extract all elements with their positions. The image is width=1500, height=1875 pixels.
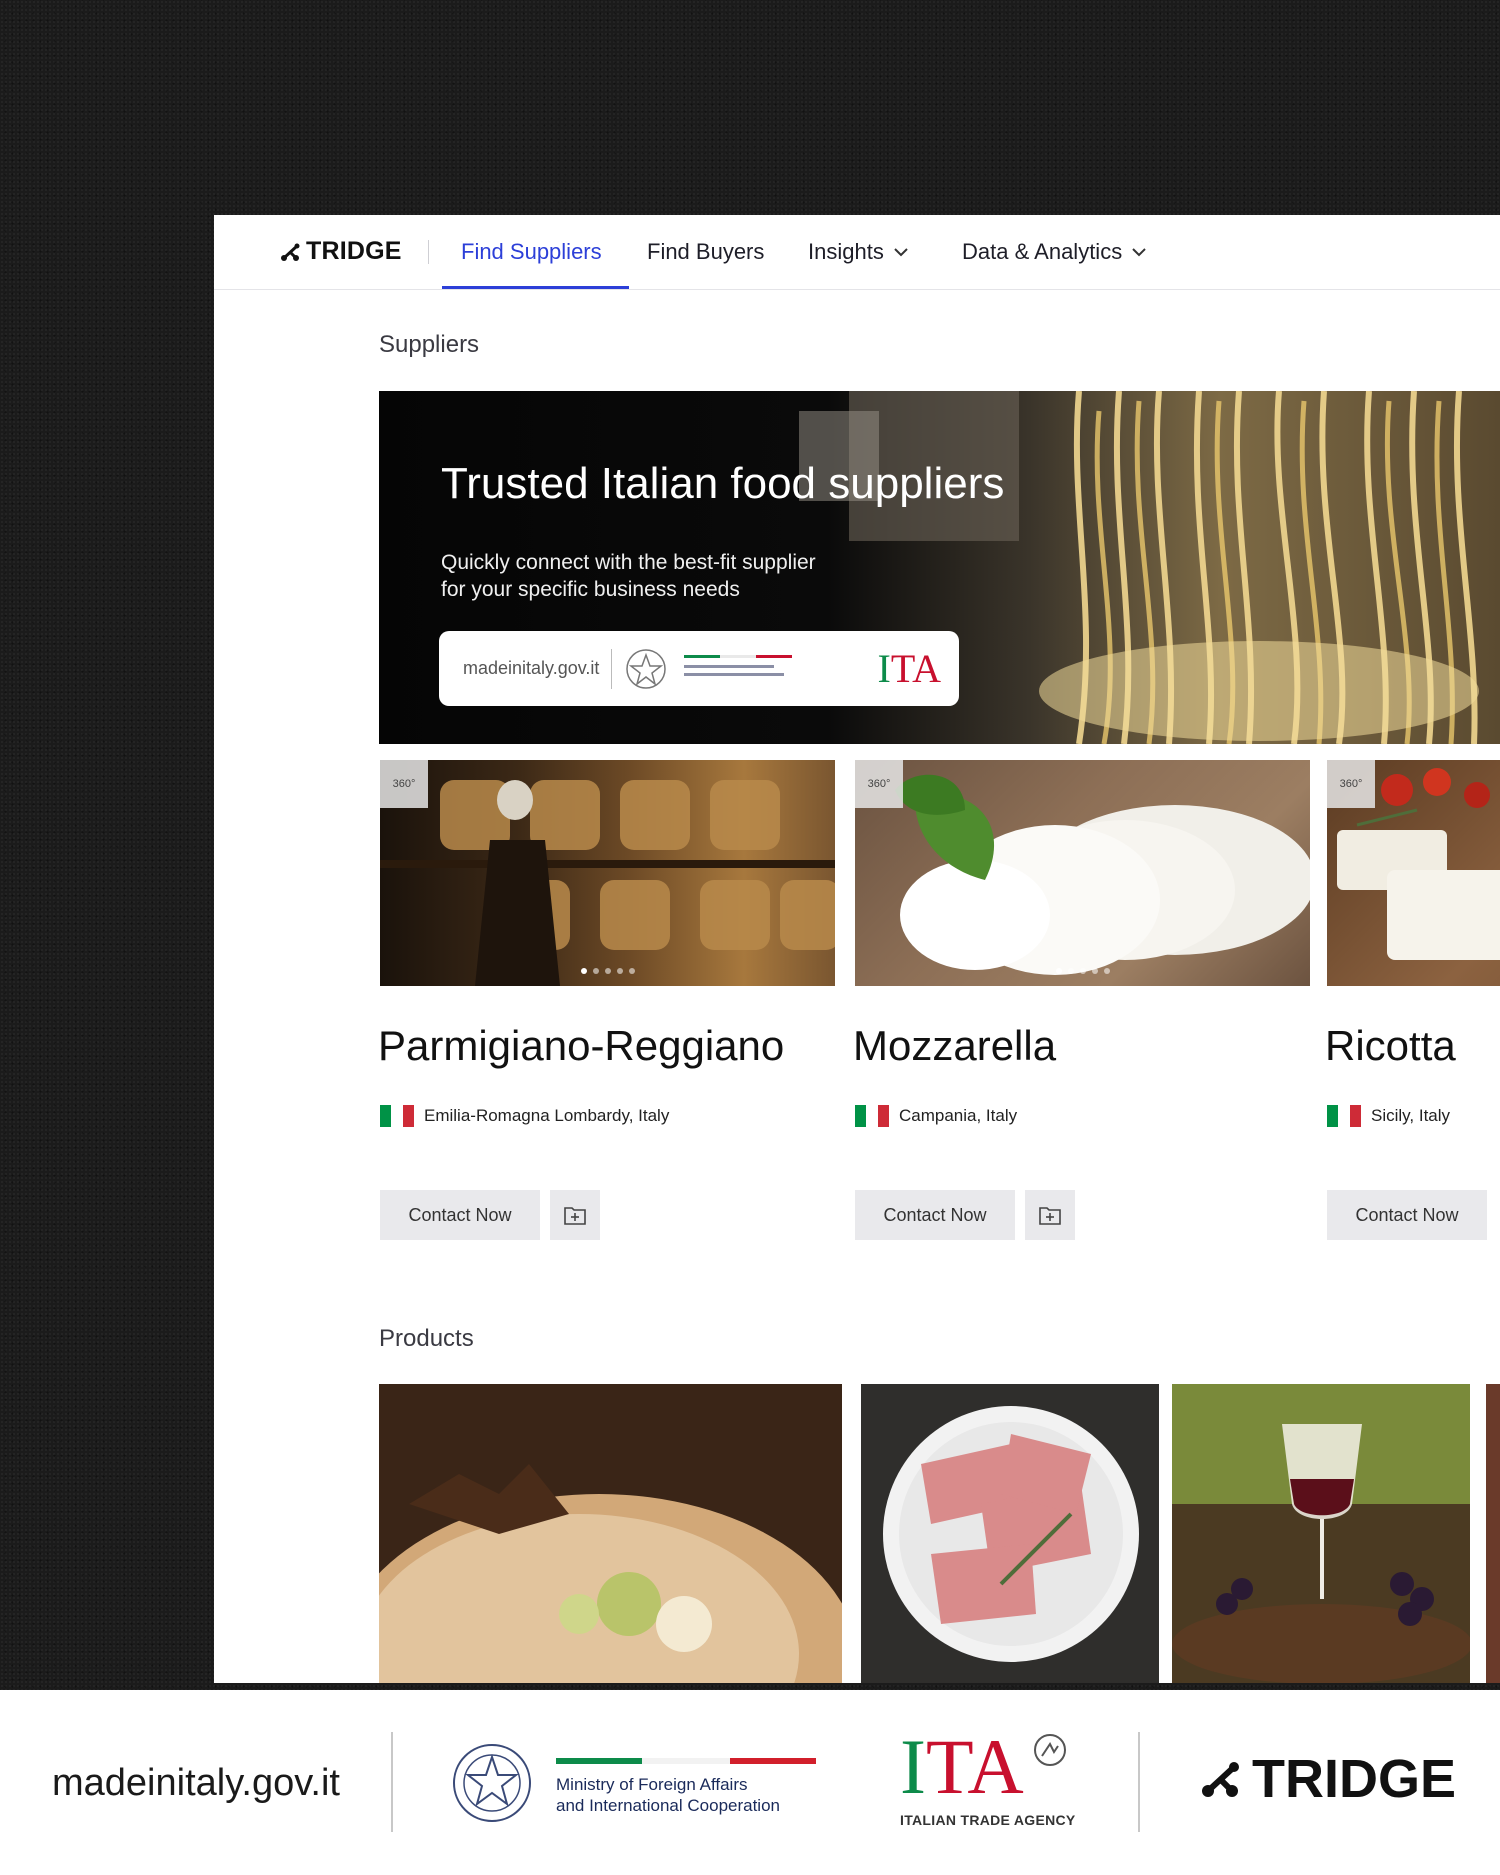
ita-logo: ITA <box>877 646 941 691</box>
partner-footer: madeinitaly.gov.it Ministry of Foreign A… <box>0 1690 1500 1875</box>
view-360-badge[interactable]: 360° <box>380 760 428 808</box>
folder-add-icon <box>1039 1207 1061 1225</box>
supplier-location: Sicily, Italy <box>1327 1105 1450 1127</box>
location-text: Emilia-Romagna Lombardy, Italy <box>424 1106 670 1125</box>
banner-subtitle-line1: Quickly connect with the best-fit suppli… <box>441 551 816 574</box>
product-card-partial[interactable] <box>1486 1384 1500 1683</box>
ita-footer-logo: ITA <box>900 1723 1024 1810</box>
suppliers-heading: Suppliers <box>379 331 480 358</box>
folder-add-icon <box>564 1207 586 1225</box>
supplier-image[interactable]: 360° <box>855 760 1310 986</box>
browser-page: TRIDGE Find Suppliers Find Buyers Insigh… <box>214 215 1500 1683</box>
save-to-folder-button[interactable] <box>550 1190 600 1240</box>
supplier-card[interactable]: 360° Mozzarella Campania, Italy Contact … <box>853 760 1310 1240</box>
ham-image <box>861 1384 1159 1683</box>
nav-find-buyers[interactable]: Find Buyers <box>647 239 764 265</box>
ministry-footer-text: Ministry of Foreign Affairs and Internat… <box>556 1774 780 1816</box>
supplier-location: Emilia-Romagna Lombardy, Italy <box>380 1105 669 1127</box>
nav-insights[interactable]: Insights <box>808 239 910 265</box>
contact-now-button[interactable]: Contact Now <box>380 1190 540 1240</box>
location-text: Sicily, Italy <box>1371 1106 1451 1125</box>
carousel-dots[interactable] <box>1055 968 1110 974</box>
italy-flag-icon <box>855 1105 889 1127</box>
nav-divider <box>428 240 429 264</box>
carousel-dots[interactable] <box>580 968 635 974</box>
partner-logos-strip: madeinitaly.gov.it ITA <box>439 631 959 706</box>
hero-banner[interactable]: Trusted Italian food suppliers Quickly c… <box>379 391 1500 744</box>
ita-badge-icon <box>1034 1734 1066 1766</box>
view-360-badge[interactable]: 360° <box>1327 760 1375 808</box>
supplier-location: Campania, Italy <box>855 1105 1017 1127</box>
supplier-card[interactable]: 360° Parmigiano-Reggiano Emilia-Romagna … <box>378 760 835 1240</box>
product-card-ham[interactable] <box>861 1384 1159 1683</box>
ministry-line2: and International Cooperation <box>556 1796 780 1815</box>
ministry-emblem-icon <box>626 648 667 689</box>
chevron-down-icon <box>1132 248 1146 257</box>
product-card-cannoli[interactable] <box>379 1384 842 1683</box>
italy-flag-icon <box>380 1105 414 1127</box>
supplier-image[interactable]: 360° <box>380 760 835 986</box>
product-card-wine[interactable] <box>1172 1384 1470 1683</box>
products-heading: Products <box>379 1325 474 1352</box>
wine-image <box>1172 1384 1470 1683</box>
ministry-wordmark <box>684 654 793 676</box>
footer-divider <box>1138 1732 1140 1832</box>
tridge-footer-text: TRIDGE <box>1252 1749 1457 1809</box>
supplier-image[interactable]: 360° <box>1327 760 1500 986</box>
contact-now-button[interactable]: Contact Now <box>1327 1190 1487 1240</box>
banner-subtitle-line2: for your specific business needs <box>441 578 740 601</box>
cheese-wheels-image <box>380 780 835 986</box>
logo-divider <box>611 648 613 689</box>
view-360-badge[interactable]: 360° <box>855 760 903 808</box>
cannoli-image <box>379 1384 842 1683</box>
active-tab-indicator <box>442 286 629 289</box>
banner-subtitle: Quickly connect with the best-fit suppli… <box>441 549 901 603</box>
madeinitaly-footer-logo: madeinitaly.gov.it <box>52 1762 340 1804</box>
tridge-footer-logo: TRIDGE <box>1200 1748 1456 1810</box>
supplier-name[interactable]: Parmigiano-Reggiano <box>378 1022 784 1070</box>
ministry-line1: Ministry of Foreign Affairs <box>556 1775 748 1794</box>
nav-find-suppliers-label: Find Suppliers <box>461 239 602 264</box>
mozzarella-image <box>895 774 1310 975</box>
madeinitaly-logo: madeinitaly.gov.it <box>463 658 600 678</box>
banner-title: Trusted Italian food suppliers <box>441 459 1005 508</box>
nav-find-buyers-label: Find Buyers <box>647 239 765 264</box>
italy-flag-icon <box>1327 1105 1361 1127</box>
supplier-name[interactable]: Mozzarella <box>853 1022 1056 1070</box>
contact-now-button[interactable]: Contact Now <box>855 1190 1015 1240</box>
supplier-card[interactable]: 360° Ricotta Sicily, Italy Contact Now <box>1325 760 1500 1240</box>
nav-insights-label: Insights <box>808 239 884 264</box>
tridge-mark-icon <box>281 243 300 261</box>
ministry-flag-bar <box>556 1758 816 1764</box>
top-nav: TRIDGE Find Suppliers Find Buyers Insigh… <box>214 215 1500 290</box>
save-to-folder-button[interactable] <box>1025 1190 1075 1240</box>
tridge-mark-icon <box>1202 1762 1239 1797</box>
italian-emblem-icon <box>453 1744 531 1822</box>
supplier-name[interactable]: Ricotta <box>1325 1022 1456 1070</box>
location-text: Campania, Italy <box>899 1106 1018 1125</box>
logo-text: TRIDGE <box>306 237 402 265</box>
chevron-down-icon <box>894 248 908 257</box>
nav-data-analytics[interactable]: Data & Analytics <box>962 239 1148 265</box>
nav-data-analytics-label: Data & Analytics <box>962 239 1123 264</box>
footer-divider <box>391 1732 393 1832</box>
tridge-logo[interactable]: TRIDGE <box>280 237 402 266</box>
ita-footer-subtitle: ITALIAN TRADE AGENCY <box>900 1812 1076 1828</box>
nav-find-suppliers[interactable]: Find Suppliers <box>461 239 602 265</box>
